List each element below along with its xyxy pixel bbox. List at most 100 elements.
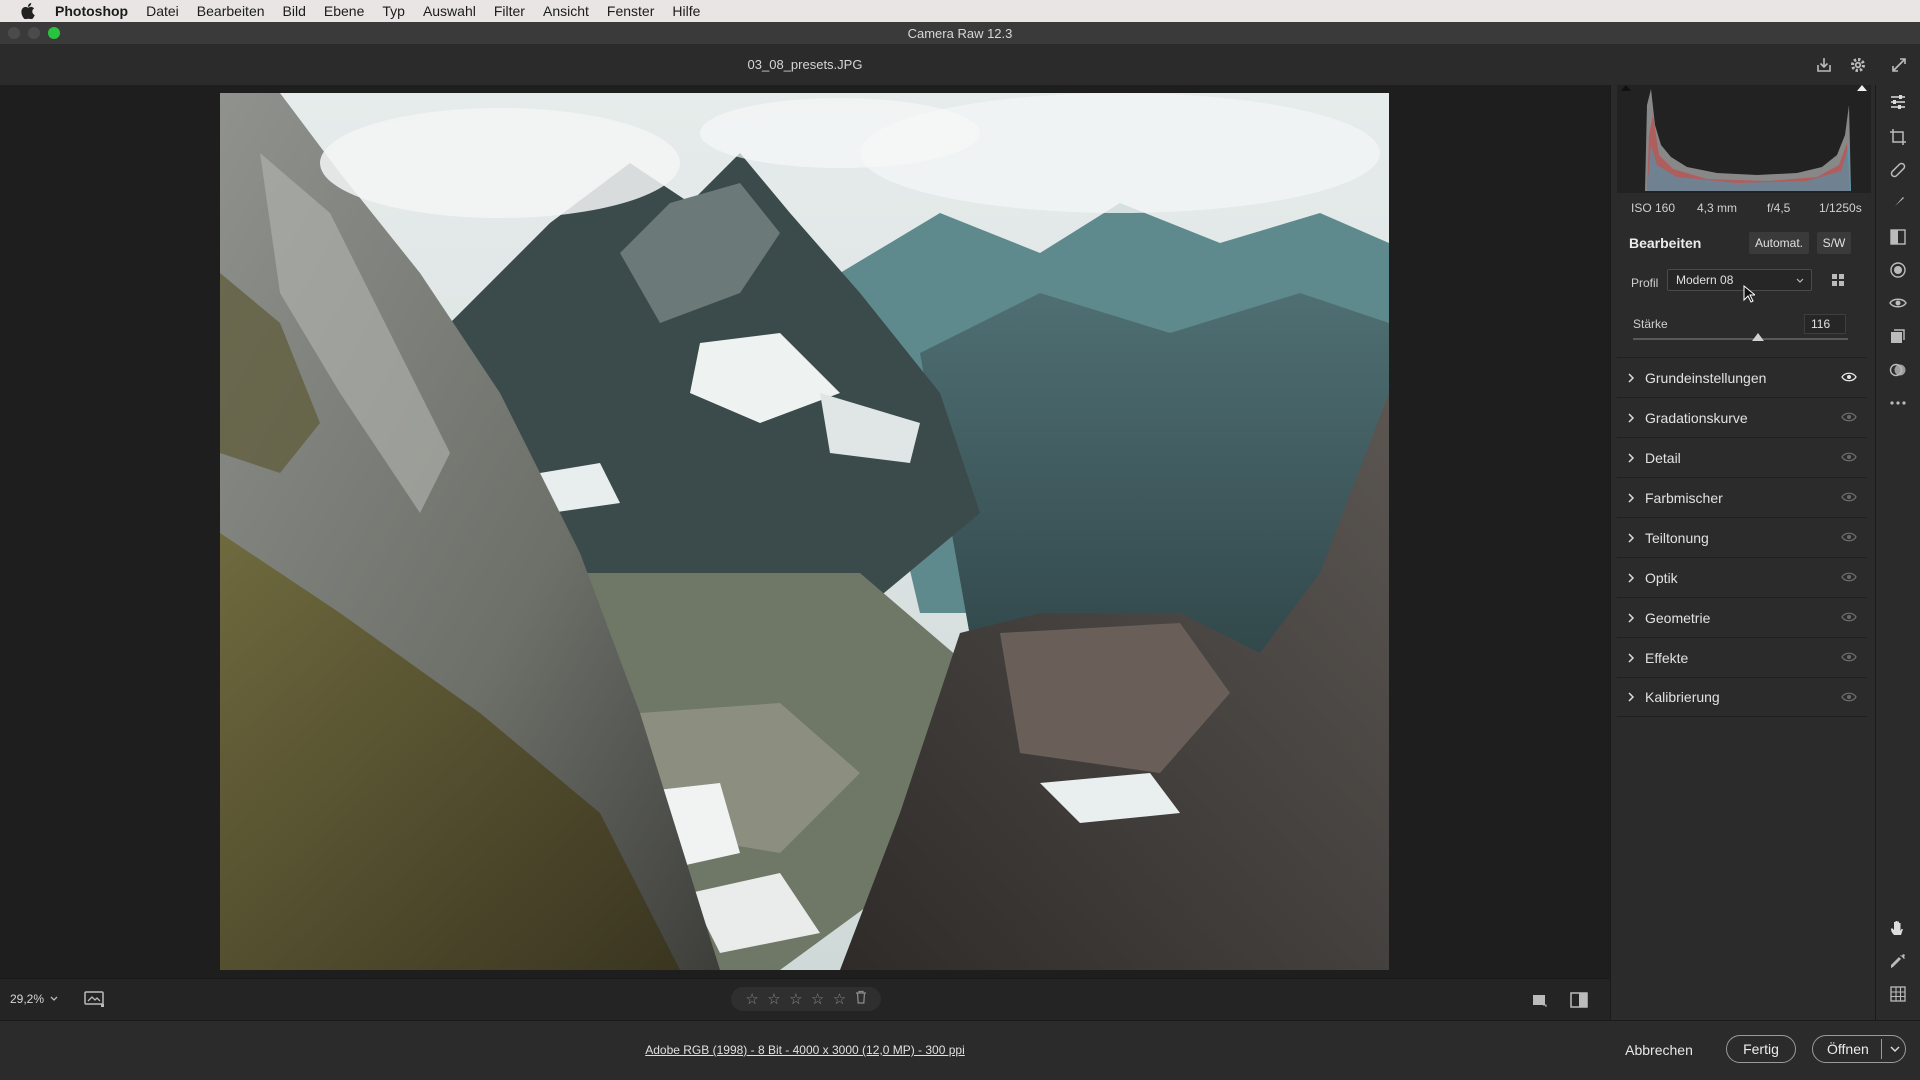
eyedropper-icon[interactable] [1887, 950, 1909, 972]
more-options-icon[interactable] [1887, 392, 1909, 414]
menu-photoshop[interactable]: Photoshop [46, 0, 137, 22]
profile-value: Modern 08 [1676, 273, 1734, 287]
eye-icon[interactable] [1841, 370, 1857, 388]
eye-icon[interactable] [1841, 530, 1857, 548]
star-icon[interactable]: ☆ [745, 990, 758, 1008]
menu-typ[interactable]: Typ [373, 0, 414, 22]
eye-icon[interactable] [1841, 570, 1857, 588]
workflow-options-link[interactable]: Adobe RGB (1998) - 8 Bit - 4000 x 3000 (… [0, 1043, 1610, 1057]
eye-icon[interactable] [1841, 450, 1857, 468]
chevron-down-icon[interactable] [1889, 1040, 1901, 1058]
macos-menubar: Photoshop Datei Bearbeiten Bild Ebene Ty… [0, 0, 1920, 22]
red-eye-icon[interactable] [1887, 292, 1909, 314]
single-view-icon[interactable] [1530, 991, 1548, 1014]
profile-label: Profil [1631, 276, 1659, 290]
zoom-level[interactable]: 29,2% [10, 992, 58, 1006]
open-button[interactable]: Öffnen [1812, 1035, 1906, 1063]
eye-icon[interactable] [1841, 650, 1857, 668]
menu-hilfe[interactable]: Hilfe [663, 0, 709, 22]
graduated-filter-icon[interactable] [1887, 226, 1909, 248]
apple-icon[interactable] [18, 1, 38, 21]
photo-preview[interactable] [220, 93, 1389, 970]
tool-strip [1875, 85, 1920, 1020]
panel-section-gradationskurve[interactable]: Gradationskurve [1617, 397, 1867, 437]
chevron-right-icon[interactable] [1617, 412, 1645, 424]
adjustment-brush-icon[interactable] [1887, 192, 1909, 214]
trash-icon[interactable] [855, 990, 867, 1009]
chevron-right-icon[interactable] [1617, 372, 1645, 384]
exif-focal-length: 4,3 mm [1697, 201, 1738, 215]
grid-overlay-icon[interactable] [1887, 983, 1909, 1005]
radial-filter-icon[interactable] [1887, 259, 1909, 281]
chevron-right-icon[interactable] [1617, 532, 1645, 544]
panel-section-label: Geometrie [1645, 609, 1711, 626]
chevron-down-icon [1796, 278, 1804, 283]
auto-button[interactable]: Automat. [1749, 232, 1809, 254]
star-icon[interactable]: ☆ [833, 990, 846, 1008]
view-bar: 29,2% ☆ ☆ ☆ ☆ ☆ [0, 978, 1610, 1020]
gear-icon[interactable] [1847, 54, 1869, 76]
menu-ansicht[interactable]: Ansicht [534, 0, 598, 22]
profile-browser-icon[interactable] [1829, 270, 1849, 290]
hand-icon[interactable] [1887, 917, 1909, 939]
panel-section-optik[interactable]: Optik [1617, 557, 1867, 597]
chevron-right-icon[interactable] [1617, 652, 1645, 664]
panel-section-effekte[interactable]: Effekte [1617, 637, 1867, 677]
menu-datei[interactable]: Datei [137, 0, 188, 22]
window-minimize-button[interactable] [28, 27, 40, 39]
amount-input[interactable]: 116 [1804, 314, 1846, 334]
menu-auswahl[interactable]: Auswahl [414, 0, 485, 22]
document-header: 03_08_presets.JPG [0, 45, 1920, 85]
menu-bearbeiten[interactable]: Bearbeiten [188, 0, 274, 22]
chevron-right-icon[interactable] [1617, 492, 1645, 504]
black-white-button[interactable]: S/W [1817, 232, 1851, 254]
star-icon[interactable]: ☆ [767, 990, 780, 1008]
eye-icon[interactable] [1841, 490, 1857, 508]
snapshots-icon[interactable] [1887, 325, 1909, 347]
chevron-right-icon[interactable] [1617, 612, 1645, 624]
panel-section-detail[interactable]: Detail [1617, 437, 1867, 477]
mouse-cursor-icon [1743, 285, 1755, 303]
eye-icon[interactable] [1841, 610, 1857, 628]
chevron-right-icon[interactable] [1617, 691, 1645, 703]
chevron-right-icon[interactable] [1617, 452, 1645, 464]
healing-brush-icon[interactable] [1887, 159, 1909, 181]
amount-slider[interactable] [1633, 333, 1848, 341]
exif-shutter: 1/1250s [1819, 201, 1862, 215]
edit-sliders-icon[interactable] [1887, 91, 1909, 113]
crop-icon[interactable] [1887, 126, 1909, 148]
before-after-icon[interactable] [1569, 990, 1589, 1015]
menu-bild[interactable]: Bild [274, 0, 315, 22]
star-icon[interactable]: ☆ [811, 990, 824, 1008]
zoom-value: 29,2% [10, 992, 45, 1006]
menu-fenster[interactable]: Fenster [598, 0, 663, 22]
panel-section-label: Kalibrierung [1645, 689, 1720, 705]
fullscreen-icon[interactable] [1888, 54, 1910, 76]
menu-ebene[interactable]: Ebene [315, 0, 373, 22]
panel-section-teiltonung[interactable]: Teiltonung [1617, 517, 1867, 557]
panel-section-geometrie[interactable]: Geometrie [1617, 597, 1867, 637]
menu-filter[interactable]: Filter [485, 0, 534, 22]
cancel-button[interactable]: Abbrechen [1614, 1036, 1704, 1064]
save-image-icon[interactable] [1813, 54, 1835, 76]
star-icon[interactable]: ☆ [789, 990, 802, 1008]
profile-select[interactable]: Modern 08 [1667, 269, 1812, 291]
panel-section-grundeinstellungen[interactable]: Grundeinstellungen [1617, 357, 1867, 397]
presets-icon[interactable] [1887, 359, 1909, 381]
image-canvas[interactable] [0, 85, 1610, 978]
eye-icon[interactable] [1841, 690, 1857, 708]
amount-slider-thumb[interactable] [1751, 333, 1764, 341]
edit-panel: ISO 160 4,3 mm f/4,5 1/1250s Bearbeiten … [1610, 85, 1875, 1020]
exif-aperture: f/4,5 [1767, 201, 1791, 215]
panel-section-kalibrierung[interactable]: Kalibrierung [1617, 677, 1867, 717]
filmstrip-icon[interactable] [84, 990, 106, 1013]
eye-icon[interactable] [1841, 410, 1857, 428]
chevron-right-icon[interactable] [1617, 572, 1645, 584]
done-button[interactable]: Fertig [1726, 1035, 1796, 1063]
panel-section-farbmischer[interactable]: Farbmischer [1617, 477, 1867, 517]
open-button-divider [1881, 1039, 1882, 1059]
window-zoom-button[interactable] [48, 27, 60, 39]
window-titlebar: Camera Raw 12.3 [0, 22, 1920, 45]
panel-section-label: Detail [1645, 449, 1681, 466]
window-close-button[interactable] [8, 27, 20, 39]
